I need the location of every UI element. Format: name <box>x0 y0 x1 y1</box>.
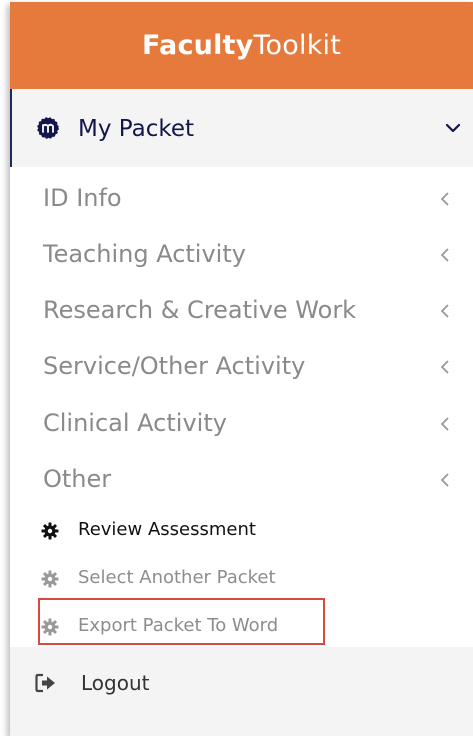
menu-item-label: Research & Creative Work <box>43 296 357 324</box>
chevron-left-icon <box>440 473 449 487</box>
sign-out-icon <box>35 673 55 693</box>
select-another-packet-link[interactable]: Select Another Packet <box>10 560 473 596</box>
my-packet-label: My Packet <box>78 116 195 142</box>
menu-item-id-info[interactable]: ID Info <box>10 175 473 221</box>
gear-icon <box>41 570 59 588</box>
menu-item-service-other-activity[interactable]: Service/Other Activity <box>10 343 473 389</box>
menu-item-label: Clinical Activity <box>43 409 227 437</box>
sidebar-frame: FacultyToolkit My Packet ID Info Teachin… <box>10 2 473 736</box>
export-highlight-box <box>38 598 325 645</box>
review-assessment-label: Review Assessment <box>78 519 256 540</box>
menu-item-label: Teaching Activity <box>43 240 246 268</box>
chevron-down-icon <box>445 123 461 133</box>
chevron-left-icon <box>440 192 449 206</box>
chevron-left-icon <box>440 360 449 374</box>
menu-item-clinical-activity[interactable]: Clinical Activity <box>10 400 473 446</box>
gear-icon <box>41 522 59 540</box>
menu-item-research-creative-work[interactable]: Research & Creative Work <box>10 287 473 333</box>
my-packet-toggle[interactable]: My Packet <box>10 89 473 167</box>
select-another-packet-label: Select Another Packet <box>78 567 276 588</box>
menu-item-other[interactable]: Other <box>10 456 473 502</box>
chevron-left-icon <box>440 304 449 318</box>
review-assessment-link[interactable]: Review Assessment <box>10 512 473 548</box>
packet-logo-icon <box>37 117 59 139</box>
chevron-left-icon <box>440 417 449 431</box>
logout-label: Logout <box>81 671 150 695</box>
menu-item-teaching-activity[interactable]: Teaching Activity <box>10 231 473 277</box>
menu-item-label: Other <box>43 465 112 493</box>
chevron-left-icon <box>440 248 449 262</box>
app-header: FacultyToolkit <box>10 2 473 89</box>
brand-light: Toolkit <box>253 30 342 61</box>
brand-logo[interactable]: FacultyToolkit <box>142 30 341 61</box>
packet-menu: ID Info Teaching Activity Research & Cre… <box>10 167 473 647</box>
menu-item-label: Service/Other Activity <box>43 352 306 380</box>
logout-link[interactable]: Logout <box>10 664 473 706</box>
menu-item-label: ID Info <box>43 184 122 212</box>
brand-bold: Faculty <box>141 30 254 61</box>
